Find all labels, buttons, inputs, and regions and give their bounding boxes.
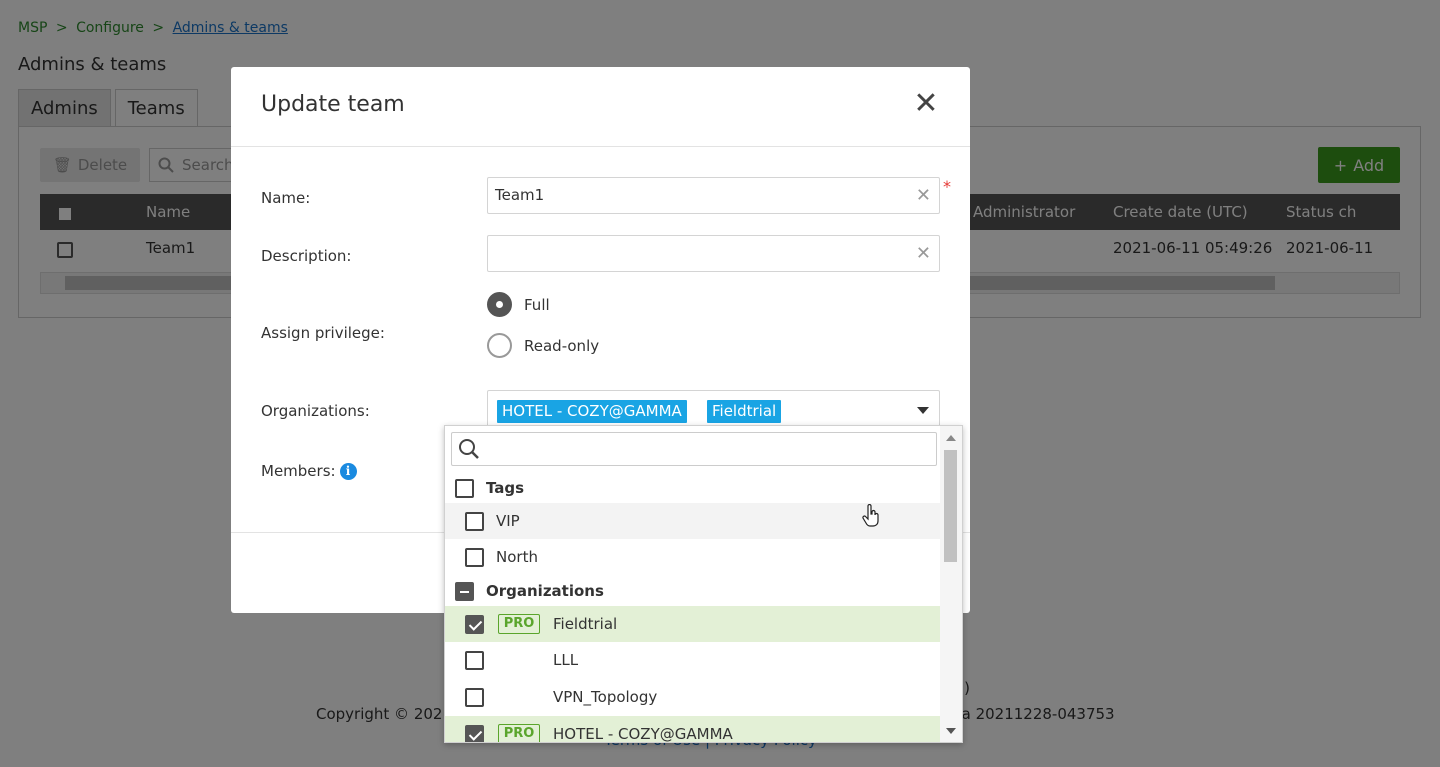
name-field[interactable]: Team1 ✕ [487, 177, 940, 214]
dialog-title: Update team [261, 92, 405, 117]
dropdown-scrollbar[interactable] [940, 426, 962, 742]
checkbox-partial-icon [455, 581, 474, 601]
privilege-readonly-radio[interactable]: Read-only [487, 333, 599, 358]
option-north[interactable]: North [445, 539, 941, 575]
search-icon [459, 439, 479, 459]
privilege-full-radio[interactable]: Full [487, 292, 550, 317]
radio-checked-icon [487, 292, 512, 317]
checkbox-icon [465, 547, 484, 567]
organizations-dropdown: Tags VIP North Organizations PRO Fieldtr… [444, 425, 963, 743]
option-vpn-topology[interactable]: VPN_Topology [445, 679, 941, 715]
scroll-thumb[interactable] [944, 450, 957, 562]
scroll-up-icon[interactable] [946, 435, 956, 441]
checkbox-icon [465, 511, 484, 531]
checkbox-icon [465, 650, 484, 670]
chevron-down-icon[interactable] [917, 407, 929, 414]
checkbox-icon [465, 687, 484, 707]
organizations-label: Organizations: [261, 402, 370, 420]
pro-badge: PRO [498, 614, 540, 634]
checkbox-checked-icon [465, 614, 484, 634]
close-icon[interactable]: ✕ [912, 89, 940, 119]
radio-unchecked-icon [487, 333, 512, 358]
required-mark: * [943, 177, 951, 196]
clear-icon[interactable]: ✕ [916, 178, 931, 213]
description-label: Description: [261, 247, 352, 265]
org-chip[interactable]: Fieldtrial [707, 400, 782, 423]
group-organizations[interactable]: Organizations [445, 575, 941, 607]
option-lll[interactable]: LLL [445, 642, 941, 678]
pro-badge: PRO [498, 724, 540, 742]
dropdown-search-input[interactable] [451, 432, 937, 466]
organizations-select[interactable]: HOTEL - COZY@GAMMA Fieldtrial [487, 390, 940, 430]
dialog-header: Update team ✕ [231, 67, 970, 147]
description-field[interactable]: ✕ [487, 235, 940, 272]
checkbox-icon [455, 478, 474, 498]
org-chip[interactable]: HOTEL - COZY@GAMMA [497, 400, 687, 423]
option-hotel-cozy-gamma[interactable]: PRO HOTEL - COZY@GAMMA [445, 716, 941, 742]
checkbox-checked-icon [465, 724, 484, 742]
clear-icon[interactable]: ✕ [916, 236, 931, 271]
name-label: Name: [261, 189, 311, 207]
privilege-label: Assign privilege: [261, 324, 385, 342]
scroll-down-icon[interactable] [946, 728, 956, 734]
members-label: Members: i [261, 462, 357, 480]
option-fieldtrial[interactable]: PRO Fieldtrial [445, 606, 941, 642]
info-icon[interactable]: i [339, 463, 357, 480]
group-tags[interactable]: Tags [445, 472, 941, 504]
hand-cursor-icon [862, 504, 879, 527]
